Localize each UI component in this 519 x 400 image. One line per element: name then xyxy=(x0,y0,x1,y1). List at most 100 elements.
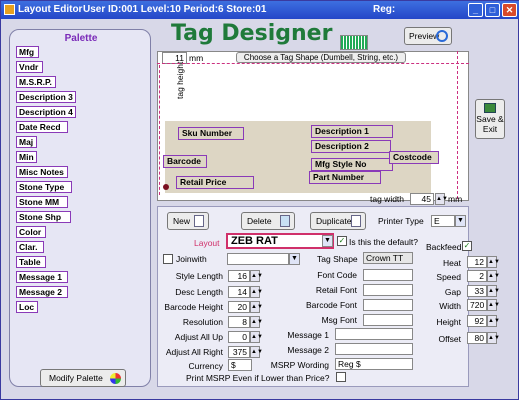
palette-title: Palette xyxy=(64,33,98,44)
adjust-all-up-input[interactable]: 0 xyxy=(228,331,250,343)
tag-width-input[interactable]: 45 xyxy=(410,193,434,205)
palette-item-misc-notes[interactable]: Misc Notes xyxy=(16,166,68,178)
save-exit-button[interactable]: Save & Exit xyxy=(475,99,505,139)
heat-label: Heat xyxy=(443,258,461,268)
field-description-2[interactable]: Description 2 xyxy=(311,140,391,153)
field-retail-price[interactable]: Retail Price xyxy=(176,176,254,189)
gap-input[interactable]: 33 xyxy=(467,285,487,297)
currency-label: Currency xyxy=(188,361,223,371)
close-button[interactable]: ✕ xyxy=(502,3,517,17)
user-info: User ID:001 Level:10 Period:6 Store:01 xyxy=(83,4,267,15)
field-costcode[interactable]: Costcode xyxy=(389,151,439,164)
resolution-spinner[interactable]: ▲▼ xyxy=(250,316,263,328)
palette-item-min[interactable]: Min xyxy=(16,151,37,163)
modify-palette-button[interactable]: Modify Palette xyxy=(40,369,126,387)
layout-select[interactable]: ZEB RAT xyxy=(226,233,334,249)
palette-item-description-4[interactable]: Description 4 xyxy=(16,106,76,118)
palette-item-loc[interactable]: Loc xyxy=(16,301,38,313)
palette-item-clar[interactable]: Clar. xyxy=(16,241,44,253)
style-length-label: Style Length xyxy=(175,271,223,281)
palette-item-date-recd[interactable]: Date Recd xyxy=(16,121,68,133)
palette-panel: Palette Mfg Vndr M.S.R.P. Description 3 … xyxy=(9,29,151,387)
palette-item-maj[interactable]: Maj xyxy=(16,136,37,148)
height-input[interactable]: 92 xyxy=(467,315,487,327)
tag-shape-value: Crown TT xyxy=(363,252,413,264)
palette-item-mfg[interactable]: Mfg xyxy=(16,46,39,58)
barcode-height-input[interactable]: 20 xyxy=(228,301,250,313)
palette-colors-icon xyxy=(110,373,121,384)
message-1-input[interactable] xyxy=(335,328,413,340)
palette-item-vndr[interactable]: Vndr xyxy=(16,61,43,73)
desc-length-spinner[interactable]: ▲▼ xyxy=(250,286,263,298)
joinwith-dropdown-icon[interactable]: ▼ xyxy=(289,253,300,265)
width-label: Width xyxy=(439,301,461,311)
field-barcode[interactable]: Barcode xyxy=(163,155,207,168)
top-margin-unit: mm xyxy=(189,53,204,63)
palette-item-message-1[interactable]: Message 1 xyxy=(16,271,68,283)
tag-height-label: tag height xyxy=(175,61,185,99)
retail-font-input[interactable] xyxy=(363,284,413,296)
palette-item-msrp[interactable]: M.S.R.P. xyxy=(16,76,56,88)
duplicate-icon xyxy=(351,215,361,227)
message-2-input[interactable] xyxy=(335,343,413,355)
adjust-all-up-spinner[interactable]: ▲▼ xyxy=(250,331,263,343)
gap-label: Gap xyxy=(444,287,461,297)
default-checkbox[interactable]: ✓ xyxy=(337,236,347,246)
palette-item-stone-shp[interactable]: Stone Shp xyxy=(16,211,71,223)
height-spinner[interactable]: ▲▼ xyxy=(487,315,500,327)
field-part-number[interactable]: Part Number xyxy=(309,171,381,184)
palette-item-description-3[interactable]: Description 3 xyxy=(16,91,76,103)
heat-spinner[interactable]: ▲▼ xyxy=(487,256,500,268)
title-bar: Layout Editor User ID:001 Level:10 Perio… xyxy=(1,1,519,19)
width-input[interactable]: 720 xyxy=(467,299,487,311)
backfeed-checkbox[interactable]: ✓ xyxy=(462,241,472,251)
joinwith-select[interactable] xyxy=(227,253,289,265)
offset-input[interactable]: 80 xyxy=(467,332,487,344)
offset-label: Offset xyxy=(438,334,461,344)
register-label: Reg: xyxy=(373,4,396,15)
duplicate-button[interactable]: Duplicate xyxy=(310,212,366,230)
offset-spinner[interactable]: ▲▼ xyxy=(487,332,500,344)
field-sku-number[interactable]: Sku Number xyxy=(178,127,244,140)
heat-input[interactable]: 12 xyxy=(467,256,487,268)
palette-item-color[interactable]: Color xyxy=(16,226,46,238)
barcode-font-input[interactable] xyxy=(363,299,413,311)
palette-item-stone-mm[interactable]: Stone MM xyxy=(16,196,68,208)
width-spinner[interactable]: ▲▼ xyxy=(487,299,500,311)
gap-spinner[interactable]: ▲▼ xyxy=(487,285,500,297)
speed-spinner[interactable]: ▲▼ xyxy=(487,270,500,282)
barcode-height-spinner[interactable]: ▲▼ xyxy=(250,301,263,313)
printer-type-select[interactable]: E xyxy=(431,215,455,227)
choose-tag-shape-button[interactable]: Choose a Tag Shape (Dumbell, String, etc… xyxy=(236,52,406,63)
style-length-input[interactable]: 16 xyxy=(228,270,250,282)
print-msrp-checkbox[interactable] xyxy=(336,372,346,382)
msrp-wording-input[interactable]: Reg $ xyxy=(335,358,413,370)
trash-icon xyxy=(280,215,290,227)
font-code-input[interactable] xyxy=(363,269,413,281)
desc-length-input[interactable]: 14 xyxy=(228,286,250,298)
speed-label: Speed xyxy=(436,272,461,282)
style-length-spinner[interactable]: ▲▼ xyxy=(250,270,263,282)
barcode-font-label: Barcode Font xyxy=(305,300,357,310)
adjust-all-right-input[interactable]: 375 xyxy=(228,346,250,358)
tag-width-spinner[interactable]: ▲▼ xyxy=(435,193,448,205)
speed-input[interactable]: 2 xyxy=(467,270,487,282)
field-mfg-style-no[interactable]: Mfg Style No xyxy=(311,158,393,171)
palette-item-message-2[interactable]: Message 2 xyxy=(16,286,68,298)
msg-font-input[interactable] xyxy=(363,314,413,326)
maximize-button[interactable]: □ xyxy=(485,3,500,17)
layout-editor-window: Layout Editor User ID:001 Level:10 Perio… xyxy=(0,0,519,400)
minimize-button[interactable]: _ xyxy=(468,3,483,17)
resolution-input[interactable]: 8 xyxy=(228,316,250,328)
delete-button[interactable]: Delete xyxy=(241,212,295,230)
joinwith-checkbox[interactable] xyxy=(163,254,173,264)
layout-dropdown-icon[interactable]: ▼ xyxy=(322,235,333,247)
currency-input[interactable]: $ xyxy=(228,359,252,371)
new-button[interactable]: New xyxy=(167,212,209,230)
preview-button[interactable]: Preview xyxy=(404,27,452,45)
printer-type-dropdown-icon[interactable]: ▼ xyxy=(455,215,466,227)
field-description-1[interactable]: Description 1 xyxy=(311,125,393,138)
palette-item-table[interactable]: Table xyxy=(16,256,46,268)
adjust-all-right-spinner[interactable]: ▲▼ xyxy=(250,346,263,358)
palette-item-stone-type[interactable]: Stone Type xyxy=(16,181,72,193)
